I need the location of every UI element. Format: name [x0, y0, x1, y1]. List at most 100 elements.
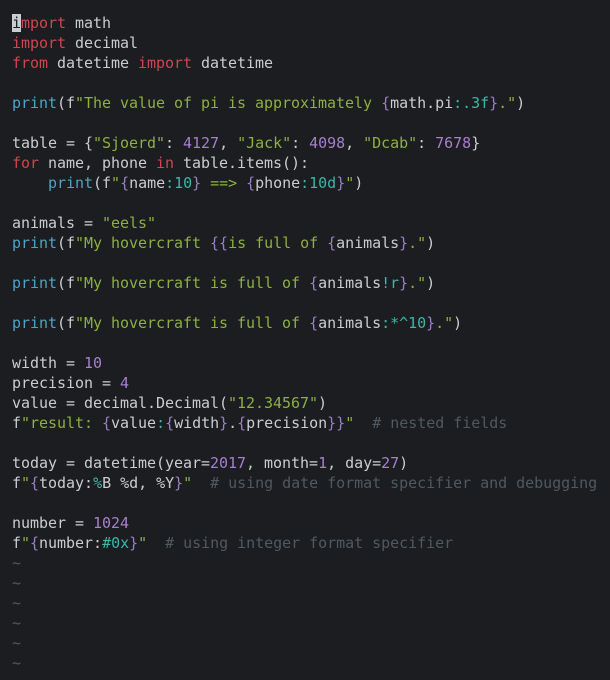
text-token: datetime — [48, 54, 139, 72]
empty-line-marker: ~ — [12, 654, 22, 672]
code-line[interactable] — [12, 493, 610, 513]
number-token: 2017 — [210, 454, 247, 472]
code-line[interactable]: f"{number:#0x}" # using integer format s… — [12, 533, 610, 553]
code-line[interactable]: animals = "eels" — [12, 213, 610, 233]
text-token: phone — [255, 174, 301, 192]
format-spec-token: :.3f — [453, 94, 490, 112]
string-token: "eels" — [102, 214, 157, 232]
code-line[interactable]: import math — [12, 13, 610, 33]
text-token: f — [12, 414, 22, 432]
text-token: f — [12, 474, 22, 492]
code-line[interactable]: import decimal — [12, 33, 610, 53]
code-line[interactable]: print(f"The value of pi is approximately… — [12, 93, 610, 113]
text-token: , — [345, 134, 364, 152]
code-line[interactable]: table = {"Sjoerd": 4127, "Jack": 4098, "… — [12, 133, 610, 153]
brace-token: } — [489, 94, 499, 112]
code-line[interactable]: print(f"My hovercraft {{is full of {anim… — [12, 233, 610, 253]
empty-line-marker: ~ — [12, 574, 22, 592]
text-token: math — [66, 14, 112, 32]
text-token: (f — [93, 174, 112, 192]
text-token: datetime — [192, 54, 274, 72]
string-token: " — [345, 174, 355, 192]
string-token: "Dcab" — [363, 134, 418, 152]
code-line[interactable] — [12, 253, 610, 273]
code-line[interactable]: for name, phone in table.items(): — [12, 153, 610, 173]
function-token: print — [12, 314, 58, 332]
format-spec-token: :*^10 — [381, 314, 427, 332]
string-token: "Sjoerd" — [93, 134, 166, 152]
brace-token: { — [30, 534, 40, 552]
text-token: ) — [399, 454, 409, 472]
code-line[interactable]: precision = 4 — [12, 373, 610, 393]
code-line[interactable] — [12, 333, 610, 353]
number-token: 4098 — [309, 134, 346, 152]
keyword-token: import — [12, 34, 67, 52]
brace-token: { — [327, 234, 337, 252]
text-token: animals — [318, 314, 382, 332]
brace-token: { — [246, 174, 256, 192]
string-token: ." — [498, 94, 517, 112]
string-token: is full of — [228, 234, 328, 252]
text-token: (f — [57, 94, 76, 112]
code-line[interactable]: print(f"My hovercraft is full of {animal… — [12, 273, 610, 293]
text-token: number = — [12, 514, 94, 532]
format-spec-token: :10 — [165, 174, 193, 192]
code-line[interactable]: from datetime import datetime — [12, 53, 610, 73]
code-line[interactable]: f"result: {value:{width}.{precision}}" #… — [12, 413, 610, 433]
text-token: table = { — [12, 134, 94, 152]
text-token: } — [471, 134, 481, 152]
text-cursor: i — [12, 14, 22, 32]
text-token: decimal — [66, 34, 139, 52]
code-line[interactable]: print(f"My hovercraft is full of {animal… — [12, 313, 610, 333]
text-token: animals — [336, 234, 400, 252]
text-token: name, phone — [39, 154, 157, 172]
code-line[interactable] — [12, 293, 610, 313]
code-line[interactable] — [12, 193, 610, 213]
text-token: (f — [57, 314, 76, 332]
code-line[interactable] — [12, 73, 610, 93]
code-line[interactable]: width = 10 — [12, 353, 610, 373]
string-token: "result: — [21, 414, 103, 432]
code-line[interactable]: number = 1024 — [12, 513, 610, 533]
text-token: ) — [318, 394, 328, 412]
code-editor[interactable]: import math import decimal from datetime i… — [12, 13, 610, 673]
text-token: name — [129, 174, 166, 192]
number-token: 4 — [120, 374, 130, 392]
text-token: , — [219, 134, 238, 152]
text-token: : — [165, 134, 184, 152]
string-token: "Jack" — [237, 134, 292, 152]
format-spec-token: :10d — [300, 174, 337, 192]
text-token: ) — [516, 94, 526, 112]
brace-token: { — [381, 94, 391, 112]
code-line[interactable]: value = decimal.Decimal("12.34567") — [12, 393, 610, 413]
brace-token: { — [30, 474, 40, 492]
text-token: value = decimal.Decimal( — [12, 394, 229, 412]
brace-token: } — [174, 474, 184, 492]
string-token: ." — [435, 314, 454, 332]
text-token: precision = — [12, 374, 121, 392]
text-token: (f — [57, 274, 76, 292]
brace-token: }} — [327, 414, 346, 432]
keyword-token: for — [12, 154, 40, 172]
text-token: , day= — [327, 454, 382, 472]
function-token: print — [12, 274, 58, 292]
code-line[interactable]: f"{today:%B %d, %Y}" # using date format… — [12, 473, 610, 493]
comment-token: # using integer format specifier — [165, 534, 454, 552]
function-token: print — [12, 94, 58, 112]
text-token: precision — [246, 414, 328, 432]
brace-token: { — [165, 414, 175, 432]
text-token: , month= — [246, 454, 319, 472]
string-token: "My hovercraft is full of — [75, 314, 310, 332]
code-line[interactable] — [12, 433, 610, 453]
code-line[interactable]: today = datetime(year=2017, month=1, day… — [12, 453, 610, 473]
comment-token: # nested fields — [372, 414, 508, 432]
text-token: animals — [318, 274, 382, 292]
string-token: " — [21, 534, 31, 552]
code-line[interactable]: print(f"{name:10} ==> {phone:10d}") — [12, 173, 610, 193]
text-token: f — [12, 534, 22, 552]
text-token: width = — [12, 354, 85, 372]
code-line[interactable] — [12, 113, 610, 133]
